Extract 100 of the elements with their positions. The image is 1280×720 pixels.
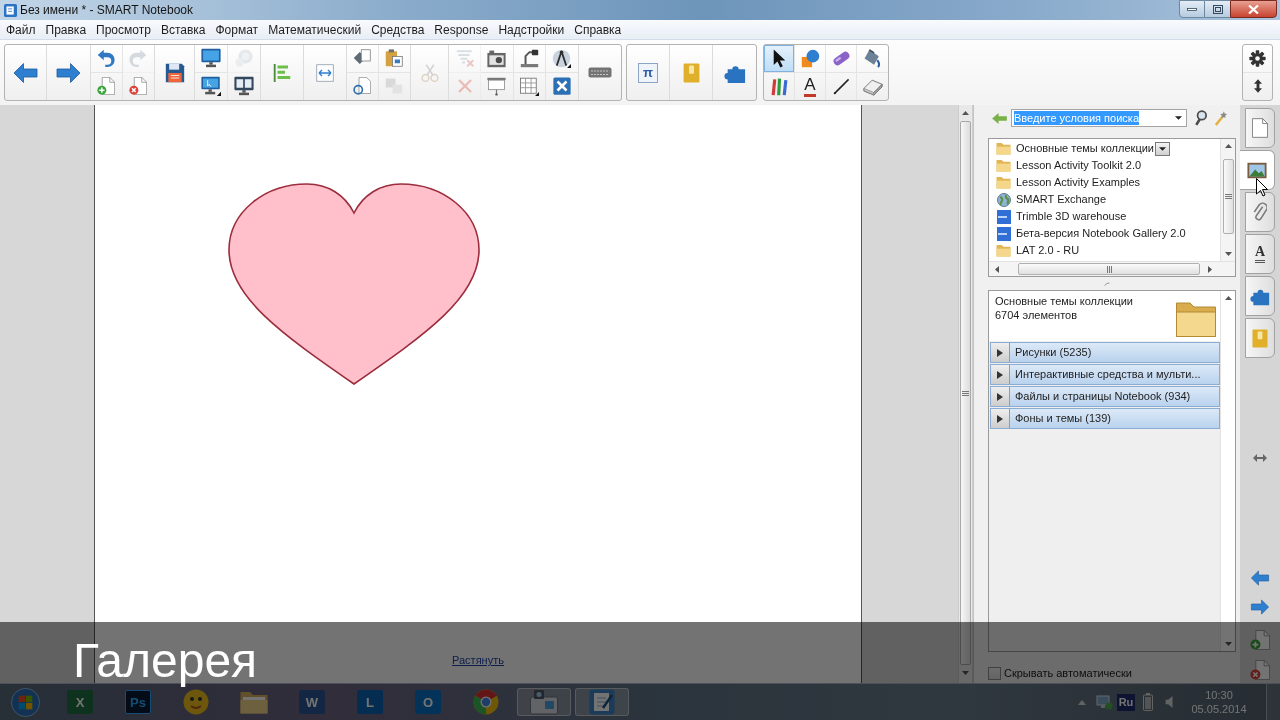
scrollbar-thumb[interactable] [1222, 159, 1234, 234]
dropdown-button[interactable] [1155, 141, 1170, 156]
picture-icon [1247, 161, 1267, 179]
restore-icon [1212, 4, 1223, 14]
copy-button[interactable] [347, 45, 379, 73]
collection-item[interactable]: Lesson Activity Toolkit 2.0 [996, 157, 1220, 174]
auto-hide-label: Скрывать автоматически [1004, 667, 1132, 679]
folder-icon [996, 176, 1011, 189]
caret-icon [1159, 146, 1166, 151]
category-row[interactable]: Интерактивные средства и мульти... [990, 364, 1220, 385]
taskbar-button[interactable] [517, 688, 571, 716]
text-tool[interactable]: A [795, 72, 826, 100]
auto-hide-checkbox[interactable] [988, 666, 1001, 680]
bubble-icon [234, 49, 253, 68]
gear-icon [1249, 49, 1266, 67]
menu-item[interactable]: Справка [574, 23, 622, 36]
document-camera-button[interactable] [513, 45, 546, 73]
math-button[interactable]: π [627, 45, 669, 100]
folder-icon [996, 159, 1011, 172]
scrollbar-thumb[interactable] [960, 121, 971, 665]
capsule-tool[interactable] [826, 45, 857, 73]
category-row[interactable]: Рисунки (5235) [990, 342, 1220, 363]
collection-item[interactable]: LAT 2.0 - RU [996, 242, 1220, 259]
clicker-icon [1252, 328, 1268, 348]
delete-page-button[interactable] [1247, 659, 1273, 681]
scrollbar-thumb[interactable] [1018, 263, 1200, 275]
back-arrow-icon [991, 112, 1007, 124]
grip-icon [1224, 194, 1232, 199]
monitor-button[interactable] [195, 45, 228, 73]
page-plus-icon [1250, 630, 1270, 650]
response-tab[interactable] [1245, 318, 1275, 358]
shapes-tool[interactable] [795, 45, 826, 73]
minimize-button[interactable] [1179, 0, 1205, 18]
monitor-icon [200, 48, 221, 69]
attachments-tab[interactable] [1245, 192, 1275, 232]
minimize-icon [1187, 7, 1197, 11]
menu-item[interactable]: Средства [371, 23, 425, 36]
scroll-up-arrow-icon [962, 111, 969, 115]
menu-item[interactable]: Файл [6, 23, 36, 36]
close-icon [1248, 4, 1259, 14]
menu-item[interactable]: Математический [268, 23, 362, 36]
page-sorter-tab[interactable] [1245, 108, 1275, 148]
collection-item[interactable]: Lesson Activity Examples [996, 174, 1220, 191]
scroll-right-arrow-icon [1208, 265, 1212, 273]
notepad-icon [589, 689, 615, 715]
scroll-up-arrow-icon [1224, 296, 1232, 300]
collection-item[interactable]: SMART Exchange [996, 191, 1220, 208]
screen-capture-button[interactable] [481, 45, 514, 73]
paint-bucket-icon [863, 48, 882, 68]
scroll-left-arrow-icon [995, 265, 999, 273]
collection-item[interactable]: Trimble 3D warehouse [996, 208, 1220, 225]
taskbar-button[interactable] [575, 688, 629, 716]
menu-item[interactable]: Правка [45, 23, 87, 36]
dropdown-caret-icon [1175, 116, 1182, 120]
search-button[interactable] [1193, 109, 1209, 127]
tile-icon [996, 209, 1011, 224]
cursor-arrow-icon [772, 48, 786, 68]
vertical-scrollbar[interactable] [1220, 139, 1235, 261]
document-camera-icon [519, 48, 539, 68]
clipboard-icon [385, 49, 404, 68]
window-title: Без имени * - SMART Notebook [20, 4, 193, 16]
table-icon [519, 76, 539, 96]
maximize-button[interactable] [1205, 0, 1230, 18]
expand-arrow-icon [997, 348, 1003, 357]
collection-item[interactable]: Бета-версия Notebook Gallery 2.0 [996, 225, 1220, 242]
scroll-down-arrow-icon [1224, 252, 1232, 256]
item-count: 6704 элементов [995, 308, 1079, 322]
splitter-grip-icon [1104, 281, 1110, 286]
language-indicator[interactable]: Ru [1117, 693, 1135, 711]
vertical-scrollbar[interactable] [958, 105, 973, 683]
close-button[interactable] [1230, 0, 1277, 18]
add-page-button[interactable] [1247, 629, 1273, 651]
menu-item[interactable]: Вставка [160, 23, 206, 36]
page-plus-icon [97, 77, 116, 96]
properties-tab[interactable]: A [1245, 234, 1275, 274]
menu-item[interactable]: Response [434, 23, 489, 36]
horizontal-scrollbar[interactable] [989, 261, 1235, 276]
battery-icon [1143, 693, 1153, 711]
grip-icon [962, 390, 969, 396]
vertical-scrollbar[interactable] [1220, 291, 1235, 651]
right-arrow-icon [55, 60, 82, 85]
projector-screen-icon [487, 76, 507, 96]
scroll-down-arrow-icon [962, 671, 969, 675]
paperclip-icon [1253, 202, 1267, 222]
menu-item[interactable]: Просмотр [96, 23, 151, 36]
left-arrow-icon [12, 60, 39, 85]
page-icon [1252, 118, 1268, 138]
menu-item[interactable]: Надстройки [498, 23, 565, 36]
menu-item[interactable]: Формат [215, 23, 259, 36]
add-ons-tab[interactable] [1245, 276, 1275, 316]
collection-item[interactable]: Основные темы коллекции [996, 140, 1220, 157]
globe-icon [996, 192, 1011, 207]
category-row[interactable]: Файлы и страницы Notebook (934) [990, 386, 1220, 407]
scissors-icon [420, 62, 439, 83]
undo-button[interactable] [91, 45, 123, 73]
page-remove-icon [129, 77, 148, 96]
details-title: Основные темы коллекции [995, 294, 1133, 308]
select-tool[interactable] [764, 45, 795, 73]
network-icon [1095, 694, 1113, 710]
category-row[interactable]: Фоны и темы (139) [990, 408, 1220, 429]
